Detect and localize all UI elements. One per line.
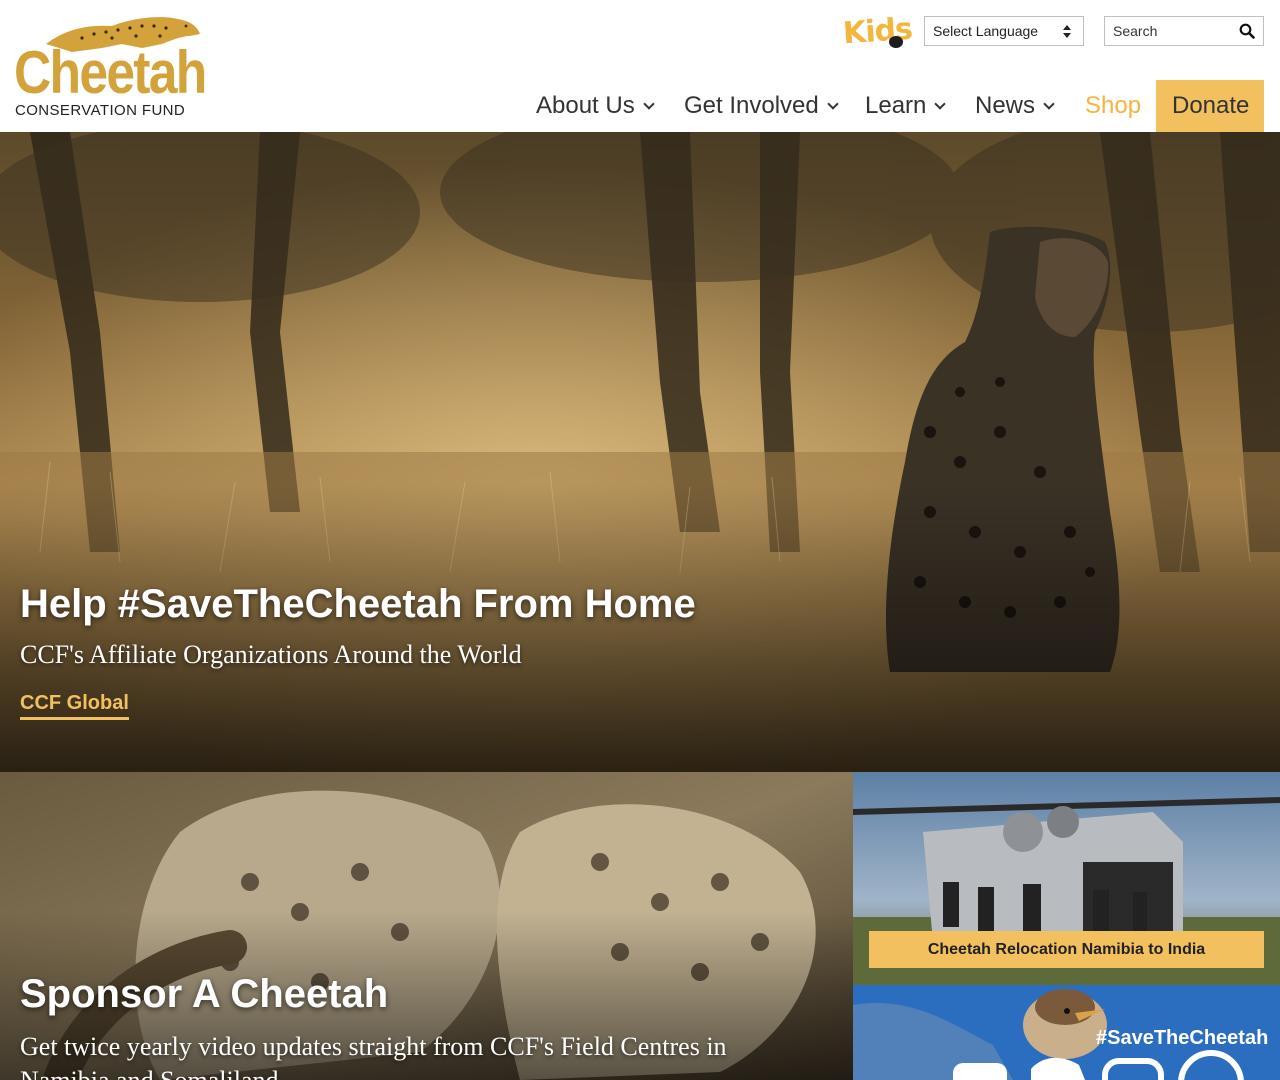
paw-icon <box>889 36 903 48</box>
sponsor-section[interactable]: Sponsor A Cheetah Get twice yearly video… <box>0 772 853 1080</box>
donate-button[interactable]: Donate <box>1156 80 1264 132</box>
nav-news-label: News <box>975 92 1036 119</box>
search-icon[interactable] <box>1239 23 1255 39</box>
nav-about-us-label: About Us <box>536 92 635 119</box>
sponsor-title: Sponsor A Cheetah <box>20 972 389 1016</box>
nav-get-involved-label: Get Involved <box>684 92 819 119</box>
hero-banner: Help #SaveTheCheetah From Home CCF's Aff… <box>0 132 1280 772</box>
main-nav: About Us Get Involved Learn News Shop Do… <box>0 80 1280 132</box>
nav-shop[interactable]: Shop <box>1085 80 1141 132</box>
nav-learn-label: Learn <box>865 92 927 119</box>
kids-link[interactable]: Kids <box>842 12 913 52</box>
nav-news[interactable]: News <box>975 80 1055 132</box>
chevron-down-icon <box>827 98 839 110</box>
language-select[interactable]: Select Language <box>924 16 1084 46</box>
chevron-down-icon <box>934 98 947 110</box>
hero-subtitle: CCF's Affiliate Organizations Around the… <box>20 640 522 669</box>
facebook-icon <box>953 1063 1007 1080</box>
search-box <box>1104 16 1264 46</box>
save-the-cheetah-tag: #SaveTheCheetah <box>1096 1027 1269 1049</box>
chevron-down-icon <box>1043 98 1055 110</box>
social-card[interactable]: #SaveTheCheetah <box>853 985 1280 1080</box>
relocation-label: Cheetah Relocation Namibia to India <box>869 931 1264 968</box>
language-select-label: Select Language <box>933 23 1039 39</box>
nav-get-involved[interactable]: Get Involved <box>684 80 839 132</box>
search-input[interactable] <box>1105 17 1231 45</box>
sponsor-description: Get twice yearly video updates straight … <box>20 1032 727 1080</box>
nav-learn[interactable]: Learn <box>865 80 947 132</box>
relocation-card[interactable]: Cheetah Relocation Namibia to India <box>853 772 1280 985</box>
chevron-down-icon <box>643 98 655 110</box>
kids-label: Kids <box>841 11 914 52</box>
hero-title: Help #SaveTheCheetah From Home <box>20 582 696 626</box>
nav-about-us[interactable]: About Us <box>536 80 655 132</box>
site-header: Cheetah CONSERVATION FUND Kids Select La… <box>0 0 1280 132</box>
ccf-global-link[interactable]: CCF Global <box>20 692 129 720</box>
select-arrows-icon <box>1063 24 1071 40</box>
hero-cheetah-savanna-image <box>0 132 1280 772</box>
